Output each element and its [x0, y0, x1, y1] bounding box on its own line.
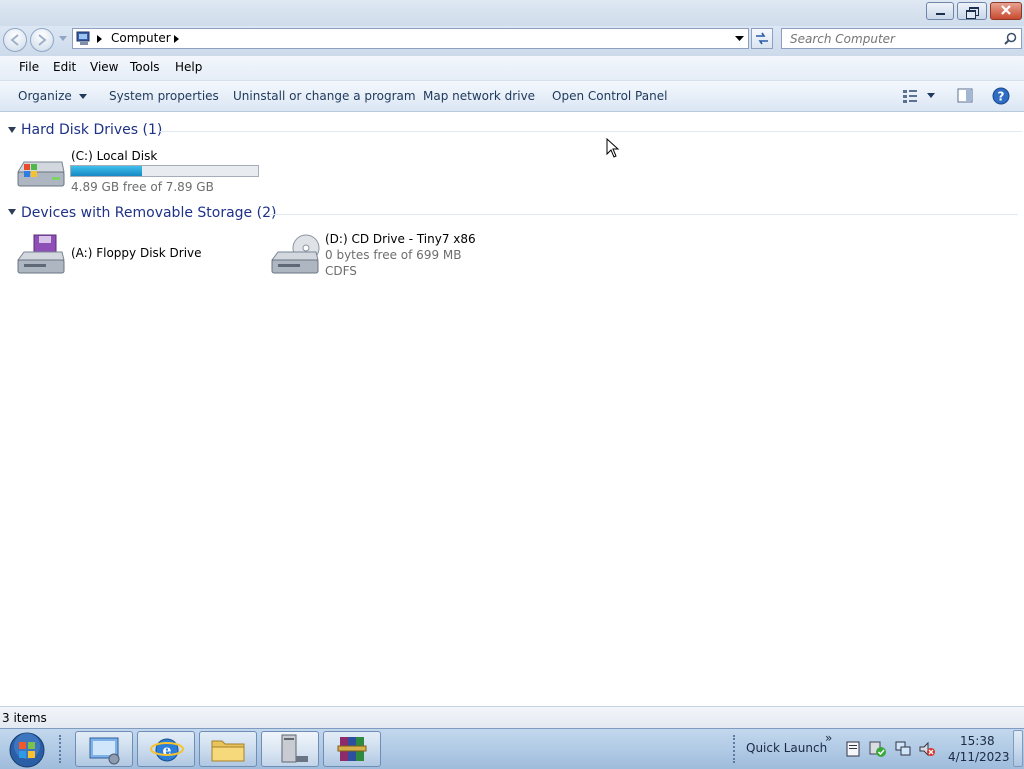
open-control-panel-button[interactable]: Open Control Panel [552, 89, 667, 103]
chevron-down-icon [78, 94, 87, 99]
computer-icon [76, 31, 90, 45]
search-box[interactable] [781, 28, 1022, 49]
show-desktop-button[interactable] [1013, 730, 1023, 767]
drive-free-space-d: 0 bytes free of 699 MB [325, 248, 462, 262]
uninstall-program-button[interactable]: Uninstall or change a program [233, 89, 416, 103]
refresh-button[interactable] [751, 28, 773, 49]
hard-drive-icon [17, 161, 65, 187]
breadcrumb-chevron-icon[interactable] [97, 35, 103, 43]
group-header-removable-storage[interactable]: Devices with Removable Storage (2) [21, 205, 276, 221]
search-input[interactable] [782, 29, 1000, 48]
close-icon [1001, 5, 1011, 15]
group-collapse-icon[interactable] [8, 127, 16, 133]
drive-usage-bar [70, 165, 259, 177]
search-icon[interactable] [1004, 32, 1017, 45]
mouse-cursor-icon [606, 138, 620, 158]
organize-button[interactable]: Organize [18, 89, 88, 103]
menu-help[interactable]: Help [175, 60, 202, 74]
taskbar-internet-explorer[interactable]: e [137, 731, 195, 767]
menu-bar: File Edit View Tools Help [0, 56, 1024, 81]
preview-pane-icon[interactable] [957, 88, 973, 103]
cd-drive-icon [271, 234, 320, 274]
view-options-chevron-icon[interactable] [927, 93, 936, 99]
drive-label-c: (C:) Local Disk [71, 149, 158, 163]
drive-label-a: (A:) Floppy Disk Drive [71, 246, 202, 260]
help-icon[interactable]: ? [992, 87, 1010, 105]
refresh-icon [756, 32, 768, 45]
clock-time[interactable]: 15:38 [960, 734, 995, 748]
command-bar: Organize System properties Uninstall or … [0, 81, 1024, 112]
menu-edit[interactable]: Edit [53, 60, 76, 74]
taskbar-show-desktop[interactable] [75, 731, 133, 767]
taskbar-windows-explorer[interactable] [199, 731, 257, 767]
desktop-icon [89, 737, 120, 765]
action-center-tray-icon[interactable] [869, 740, 887, 758]
internet-explorer-icon: e [150, 738, 184, 762]
change-view-icon[interactable] [902, 88, 918, 104]
group-header-hard-disk-drives[interactable]: Hard Disk Drives (1) [21, 122, 162, 138]
drive-label-d: (D:) CD Drive - Tiny7 x86 [325, 232, 476, 246]
network-tray-icon[interactable] [894, 740, 912, 758]
system-properties-button[interactable]: System properties [109, 89, 219, 103]
back-arrow-icon [10, 34, 19, 46]
breadcrumb-computer[interactable]: Computer [111, 31, 171, 45]
taskbar: e Quick Launch » 15:38 4/11/2023 [0, 728, 1024, 769]
menu-file[interactable]: File [19, 60, 39, 74]
start-button[interactable] [8, 731, 46, 769]
clock-date[interactable]: 4/11/2023 [948, 750, 1010, 764]
drive-free-space-c: 4.89 GB free of 7.89 GB [71, 180, 214, 194]
group-collapse-icon[interactable] [8, 209, 16, 215]
menu-tools[interactable]: Tools [130, 60, 160, 74]
taskbar-winrar[interactable] [323, 731, 381, 767]
item-count: 3 items [2, 711, 47, 725]
drive-item-d[interactable]: (D:) CD Drive - Tiny7 x86 0 bytes free o… [270, 232, 490, 282]
quick-launch-label[interactable]: Quick Launch [746, 741, 827, 755]
forward-button[interactable] [30, 28, 54, 52]
taskbar-computer-window[interactable] [261, 731, 319, 767]
quick-launch-overflow[interactable]: » [825, 731, 832, 745]
address-dropdown-icon[interactable] [735, 36, 744, 42]
drive-item-a[interactable]: (A:) Floppy Disk Drive [16, 232, 216, 278]
recent-pages-chevron-icon[interactable] [59, 36, 67, 42]
winrar-icon [337, 737, 367, 761]
folder-icon [211, 740, 245, 762]
map-network-drive-button[interactable]: Map network drive [423, 89, 535, 103]
back-button[interactable] [3, 28, 27, 52]
breadcrumb-chevron-icon[interactable] [174, 35, 180, 43]
forward-arrow-icon [38, 34, 47, 46]
floppy-drive-icon [17, 234, 65, 274]
minimize-icon [936, 13, 945, 15]
drive-usage-fill [71, 166, 143, 176]
drive-filesystem-d: CDFS [325, 264, 357, 278]
svg-text:e: e [163, 743, 172, 759]
minimize-button[interactable] [926, 2, 954, 20]
address-bar[interactable]: Computer [72, 28, 749, 49]
title-bar [0, 0, 1024, 26]
notes-tray-icon[interactable] [846, 741, 860, 757]
restore-button[interactable] [957, 2, 987, 20]
volume-muted-tray-icon[interactable] [918, 740, 936, 758]
close-button[interactable] [990, 2, 1022, 20]
drive-item-c[interactable]: (C:) Local Disk 4.89 GB free of 7.89 GB [16, 148, 261, 194]
menu-view[interactable]: View [90, 60, 118, 74]
status-bar: 3 items [0, 706, 1024, 729]
svg-text:?: ? [998, 90, 1005, 104]
computer-window-icon [281, 734, 308, 763]
content-pane: Hard Disk Drives (1) (C:) Local Disk 4.8… [0, 112, 1024, 706]
